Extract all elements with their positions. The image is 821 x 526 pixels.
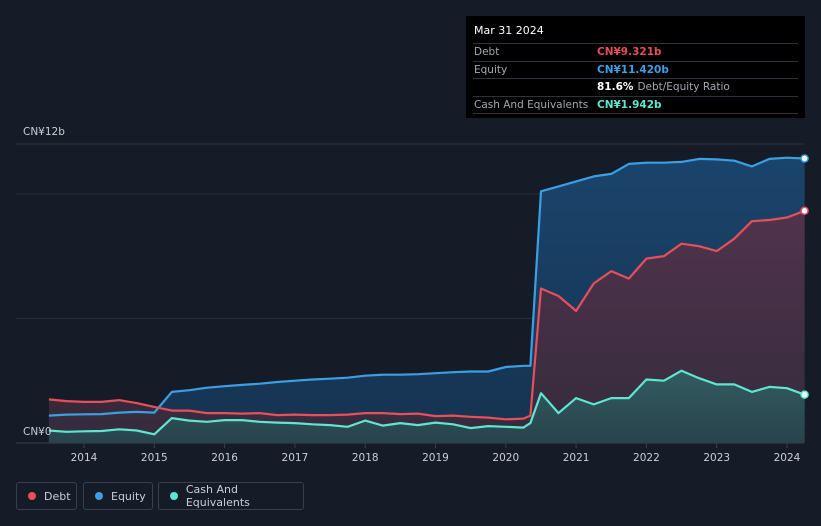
legend-debt[interactable]: Debt <box>16 482 77 510</box>
x-tick-label-2023: 2023 <box>703 452 730 464</box>
tooltip-row-ratio: 81.6% Debt/Equity Ratio <box>473 78 798 96</box>
tooltip-label-equity: Equity <box>474 63 508 76</box>
end-marker-equity <box>800 154 809 163</box>
tooltip-value-ratio: 81.6% <box>597 81 634 93</box>
end-marker-cash-and-equivalents <box>800 390 809 399</box>
legend-debt-label: Debt <box>44 489 71 503</box>
x-tick-label-2016: 2016 <box>211 452 238 464</box>
x-tick-label-2015: 2015 <box>141 452 168 464</box>
legend-equity-dot-icon <box>95 492 103 500</box>
legend-equity-label: Equity <box>111 489 146 503</box>
tooltip-row-equity: Equity CN¥11.420b <box>473 60 798 79</box>
x-tick-label-2020: 2020 <box>492 452 519 464</box>
tooltip-value-equity: CN¥11.420b <box>597 63 669 76</box>
x-tick-label-2014: 2014 <box>71 452 98 464</box>
legend-debt-dot-icon <box>28 492 36 500</box>
tooltip-label-debt: Debt <box>474 46 500 58</box>
x-tick-label-2022: 2022 <box>633 452 660 464</box>
x-tick-label-2024: 2024 <box>774 452 801 464</box>
tooltip-row-cash: Cash And Equivalents CN¥1.942b <box>473 95 798 114</box>
end-marker-debt <box>800 206 809 216</box>
x-tick-label-2021: 2021 <box>563 452 590 464</box>
tooltip-label-cash: Cash And Equivalents <box>474 98 589 111</box>
x-tick-label-2017: 2017 <box>282 452 309 464</box>
x-tick-label-2018: 2018 <box>352 452 379 464</box>
legend-equity[interactable]: Equity <box>83 482 153 510</box>
y-axis-zero-label: CN¥0 <box>23 426 52 438</box>
tooltip-value-cash: CN¥1.942b <box>597 98 662 111</box>
tooltip-date: Mar 31 2024 <box>474 24 544 37</box>
legend-cash-label: Cash And Equivalents <box>185 483 250 509</box>
x-tick-label-2019: 2019 <box>422 452 449 464</box>
legend-cash-dot-icon <box>170 492 178 500</box>
legend-cash[interactable]: Cash And Equivalents <box>158 482 304 510</box>
tooltip-panel: Mar 31 2024 Debt CN¥9.321b Equity CN¥11.… <box>466 16 805 118</box>
y-axis-top-label: CN¥12b <box>23 126 65 138</box>
tooltip-row-debt: Debt CN¥9.321b <box>473 43 798 61</box>
tooltip-value-debt: CN¥9.321b <box>597 46 662 58</box>
tooltip-ratio-label: Debt/Equity Ratio <box>637 81 730 93</box>
